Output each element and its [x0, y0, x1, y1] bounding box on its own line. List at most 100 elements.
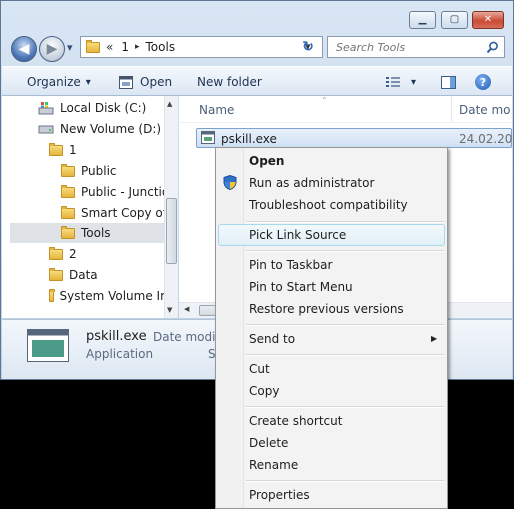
menu-item-pin-to-start-menu[interactable]: Pin to Start Menu [249, 277, 353, 297]
menu-item-label: Send to [249, 332, 296, 346]
breadcrumb-item-tools[interactable]: Tools [146, 40, 176, 54]
maximize-icon: ▢ [449, 14, 460, 25]
breadcrumb-overflow[interactable]: « [106, 40, 113, 54]
tree-item-smart-copy[interactable]: Smart Copy of T [61, 203, 178, 223]
menu-item-properties[interactable]: Properties [249, 485, 310, 505]
folder-icon [49, 246, 63, 260]
menu-item-troubleshoot-compatibility[interactable]: Troubleshoot compatibility [249, 195, 408, 215]
forward-button[interactable]: ▶ [39, 36, 65, 62]
column-header-name[interactable]: Name [199, 103, 234, 117]
column-divider[interactable] [451, 96, 452, 122]
new-folder-label: New folder [197, 75, 262, 89]
search-icon[interactable] [486, 41, 499, 54]
search-box[interactable] [327, 36, 505, 58]
tree-item-public-junction[interactable]: Public - Junctio [61, 182, 169, 202]
tree-item-folder-2[interactable]: 2 [49, 244, 77, 264]
menu-item-label: Create shortcut [249, 414, 343, 428]
folder-icon [86, 39, 100, 53]
open-button[interactable]: Open [119, 74, 172, 90]
menu-item-label: Copy [249, 384, 280, 398]
menu-item-cut[interactable]: Cut [249, 359, 270, 379]
organize-label: Organize [27, 75, 81, 89]
menu-item-rename[interactable]: Rename [249, 455, 298, 475]
exe-file-large-icon [27, 329, 69, 362]
close-button[interactable]: ✕ [472, 11, 504, 29]
scroll-left-icon[interactable]: ◀ [184, 305, 189, 313]
chevron-down-icon: ▾ [411, 76, 417, 88]
file-name[interactable]: pskill.exe [221, 132, 277, 146]
folder-icon [61, 225, 75, 239]
menu-separator [246, 480, 444, 482]
back-button[interactable]: ◀ [11, 36, 37, 62]
exe-file-icon [201, 131, 215, 144]
tree-item-label: Public - Junctio [81, 185, 170, 199]
menu-item-restore-previous-versions[interactable]: Restore previous versions [249, 299, 404, 319]
breadcrumb-separator-icon[interactable]: ▸ [135, 42, 140, 52]
scroll-down-icon[interactable]: ▼ [167, 306, 172, 314]
more-views-button[interactable]: ▾ [411, 74, 416, 90]
scroll-up-icon[interactable]: ▲ [167, 100, 172, 108]
maximize-button[interactable]: ▢ [441, 11, 468, 29]
folder-icon [61, 184, 75, 198]
help-icon: ? [475, 74, 491, 90]
chevron-down-icon: ▾ [67, 41, 73, 54]
new-folder-button[interactable]: New folder [197, 74, 262, 90]
menu-item-label: Properties [249, 488, 310, 502]
close-icon: ✕ [483, 14, 493, 25]
tree-item-label: Local Disk (C:) [60, 101, 147, 115]
back-arrow-icon: ◀ [18, 41, 30, 57]
help-button[interactable]: ? [475, 74, 491, 90]
menu-item-label: Pin to Start Menu [249, 280, 353, 294]
menu-item-pin-to-taskbar[interactable]: Pin to Taskbar [249, 255, 332, 275]
menu-separator [246, 250, 444, 252]
organize-button[interactable]: Organize ▾ [27, 74, 91, 90]
navigation-pane: Local Disk (C:) New Volume (D:) 1 Public… [2, 96, 178, 318]
menu-item-label: Delete [249, 436, 289, 450]
column-header-date[interactable]: Date mo [459, 103, 511, 117]
menu-item-send-to[interactable]: Send to [249, 329, 295, 349]
minimize-button[interactable]: ▁ [409, 11, 436, 29]
address-bar[interactable]: « 1 ▸ Tools ▾ [80, 36, 323, 58]
menu-item-pick-link-source[interactable]: Pick Link Source [249, 225, 346, 245]
breadcrumb-item-1[interactable]: 1 [121, 40, 129, 54]
recent-pages-button[interactable]: ▾ [67, 41, 73, 54]
folder-icon [49, 288, 55, 302]
tree-item-public[interactable]: Public [61, 161, 117, 181]
sort-ascending-icon: ⌃ [321, 96, 328, 105]
preview-pane-button[interactable] [441, 74, 456, 90]
folder-icon [61, 163, 75, 177]
windows-drive-icon [38, 102, 54, 115]
search-input[interactable] [334, 39, 478, 55]
menu-item-label: Rename [249, 458, 299, 472]
tree-item-label: Public [81, 164, 117, 178]
menu-icon-gutter [216, 148, 244, 508]
tree-item-new-volume-d[interactable]: New Volume (D:) [38, 119, 161, 139]
refresh-button[interactable]: ↻ [297, 36, 319, 58]
menu-item-label: Pin to Taskbar [249, 258, 333, 272]
tree-item-tools[interactable]: Tools [61, 223, 111, 243]
file-date: 24.02.200 [459, 132, 514, 146]
tree-item-local-disk-c[interactable]: Local Disk (C:) [38, 98, 146, 118]
menu-item-copy[interactable]: Copy [249, 381, 279, 401]
tree-item-system-volume[interactable]: System Volume Ir [49, 286, 165, 306]
chevron-down-icon: ▾ [85, 76, 91, 88]
menu-item-label: Open [249, 154, 285, 168]
uac-shield-icon [223, 175, 237, 190]
open-label: Open [140, 75, 173, 89]
tree-item-label: Data [69, 268, 98, 282]
menu-separator [246, 324, 444, 326]
scroll-thumb[interactable] [166, 198, 177, 264]
menu-item-open[interactable]: Open [249, 151, 284, 171]
change-view-button[interactable] [386, 74, 400, 90]
details-date-label: Date modifi [153, 330, 224, 344]
menu-item-create-shortcut[interactable]: Create shortcut [249, 411, 342, 431]
menu-item-run-as-administrator[interactable]: Run as administrator [249, 173, 374, 193]
menu-item-delete[interactable]: Delete [249, 433, 288, 453]
menu-item-label: Cut [249, 362, 270, 376]
navigation-scrollbar[interactable]: ▲ ▼ [164, 96, 178, 318]
details-file-type: Application [86, 347, 154, 361]
tree-item-folder-1[interactable]: 1 [49, 140, 77, 160]
menu-item-label: Restore previous versions [249, 302, 404, 316]
menu-separator [246, 221, 444, 223]
tree-item-data[interactable]: Data [49, 265, 98, 285]
